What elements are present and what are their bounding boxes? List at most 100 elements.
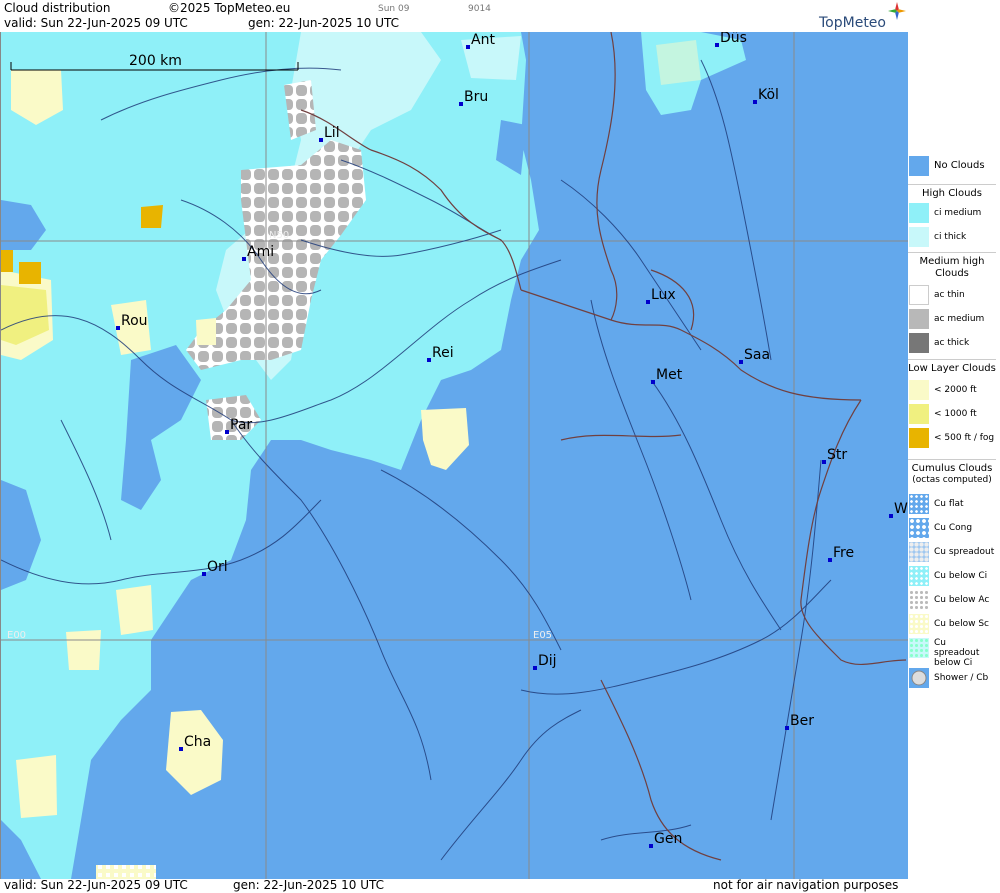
city-saa: Saa [739, 347, 770, 364]
low-2000-swatch [909, 380, 929, 400]
shower-cloud-icon [911, 670, 927, 686]
city-met: Met [651, 367, 683, 384]
legend-cu-flat-label: Cu flat [934, 499, 964, 509]
ac-thick-swatch [909, 333, 929, 353]
city-lux: Lux [646, 287, 676, 304]
city-marker [715, 43, 719, 47]
city-gen: Gen [649, 831, 682, 848]
legend-ac-thick-label: ac thick [934, 338, 970, 348]
city-marker [785, 726, 789, 730]
legend-panel: No Clouds High Clouds ci medium ci thick… [908, 32, 1000, 893]
legend-no-clouds: No Clouds [908, 156, 996, 178]
city-marker [828, 558, 832, 562]
city-label: Lil [324, 125, 340, 141]
city-label: Ant [471, 32, 495, 48]
city-cha: Cha [179, 734, 211, 751]
cu-flat-swatch [909, 494, 929, 514]
cu-below-ac-swatch [909, 590, 929, 610]
city-marker [822, 460, 826, 464]
grid-label-e00: E00 [7, 630, 26, 641]
city-marker [646, 300, 650, 304]
city-marker [427, 358, 431, 362]
low-2000-area [196, 318, 216, 345]
legend-ac-medium-label: ac medium [934, 314, 985, 324]
footer-valid-time: valid: Sun 22-Jun-2025 09 UTC [4, 878, 188, 892]
legend-cumulus: Cumulus Clouds (octas computed) Cu flat … [908, 459, 996, 700]
legend-low-1000-label: < 1000 ft [934, 409, 977, 419]
city-ant: Ant [466, 32, 495, 49]
city-marker [649, 844, 653, 848]
low-500-area [19, 262, 41, 284]
city-label: Düs [720, 32, 747, 46]
grid-label-n50: N50 [269, 230, 289, 241]
city-bru: Bru [459, 89, 488, 106]
legend-cu-below-ci-label: Cu below Ci [934, 571, 988, 581]
city-marker [466, 45, 470, 49]
city-marker [651, 380, 655, 384]
legend-high-clouds: High Clouds ci medium ci thick [908, 184, 996, 255]
legend-cu-below-ac-label: Cu below Ac [934, 595, 990, 605]
city-ami: Ami [242, 244, 274, 261]
city-label: Orl [207, 559, 228, 575]
compass-star-icon [888, 2, 906, 20]
city-marker [319, 138, 323, 142]
city-label: Rou [121, 313, 148, 329]
city-marker [202, 572, 206, 576]
city-marker [459, 102, 463, 106]
frame-code: 9014 [468, 4, 491, 14]
city-label: Fre [833, 545, 854, 561]
city-label: Köl [758, 87, 779, 103]
cu-below-ci-swatch [909, 566, 929, 586]
no-clouds-swatch [909, 156, 929, 176]
city-marker [242, 257, 246, 261]
legend-no-clouds-label: No Clouds [934, 160, 985, 171]
map-footer: valid: Sun 22-Jun-2025 09 UTC gen: 22-Ju… [0, 878, 908, 893]
city-marker [179, 747, 183, 751]
map-header: Cloud distribution ©2025 TopMeteo.eu Sun… [0, 0, 908, 33]
legend-ci-medium-label: ci medium [934, 208, 982, 218]
low-1000-swatch [909, 404, 929, 424]
cu-cong-swatch [909, 518, 929, 538]
low-500-area [1, 250, 13, 272]
grid-label-e05: E05 [533, 630, 552, 641]
city-marker [889, 514, 893, 518]
legend-low-clouds: Low Layer Clouds < 2000 ft < 1000 ft < 5… [908, 359, 996, 460]
city-rou: Rou [116, 313, 148, 330]
copyright-text: ©2025 TopMeteo.eu [168, 1, 291, 15]
legend-low-title: Low Layer Clouds [908, 363, 996, 374]
cu-below-sc-swatch [909, 614, 929, 634]
ci-thick-swatch [909, 227, 929, 247]
city-label: Lux [651, 287, 676, 303]
city-marker [753, 100, 757, 104]
ac-thin-swatch [909, 285, 929, 305]
legend-shower-label: Shower / Cb [934, 673, 989, 683]
city-label: Saa [744, 347, 770, 363]
low-500-area [141, 205, 163, 228]
footer-disclaimer: not for air navigation purposes [713, 878, 899, 892]
legend-cu-spread-below-ci-label: Cu spreadout below Ci [934, 638, 980, 668]
legend-ac-thin-label: ac thin [934, 290, 965, 300]
legend-low-500-label: < 500 ft / fog [934, 433, 995, 443]
legend-cu-cong-label: Cu Cong [934, 523, 973, 533]
generated-time: gen: 22-Jun-2025 10 UTC [248, 16, 400, 30]
city-label: W [894, 501, 908, 517]
legend-cu-below-sc-label: Cu below Sc [934, 619, 989, 629]
ac-medium-swatch [909, 309, 929, 329]
legend-cu-subtitle: (octas computed) [912, 475, 992, 485]
cu-spread-below-ci-swatch [909, 638, 929, 658]
city-label: Par [230, 417, 252, 433]
footer-generated-time: gen: 22-Jun-2025 10 UTC [233, 878, 385, 892]
city-label: Ber [790, 713, 814, 729]
topmeteo-logo: TopMeteo [819, 15, 886, 31]
cloud-map[interactable]: N50 E00 E05 200 km Ant Düs Köl Bru Lil A… [0, 32, 910, 879]
city-label: Rei [432, 345, 454, 361]
cu-spreadout-swatch [909, 542, 929, 562]
city-label: Cha [184, 734, 211, 750]
city-marker [116, 326, 120, 330]
legend-low-2000-label: < 2000 ft [934, 385, 977, 395]
city-marker [533, 666, 537, 670]
city-par: Par [225, 417, 252, 434]
map-title: Cloud distribution [4, 1, 111, 15]
cloud-map-canvas: N50 E00 E05 200 km Ant DüsKölBruLilAmiRo… [1, 32, 909, 879]
legend-high-title: High Clouds [922, 188, 982, 199]
